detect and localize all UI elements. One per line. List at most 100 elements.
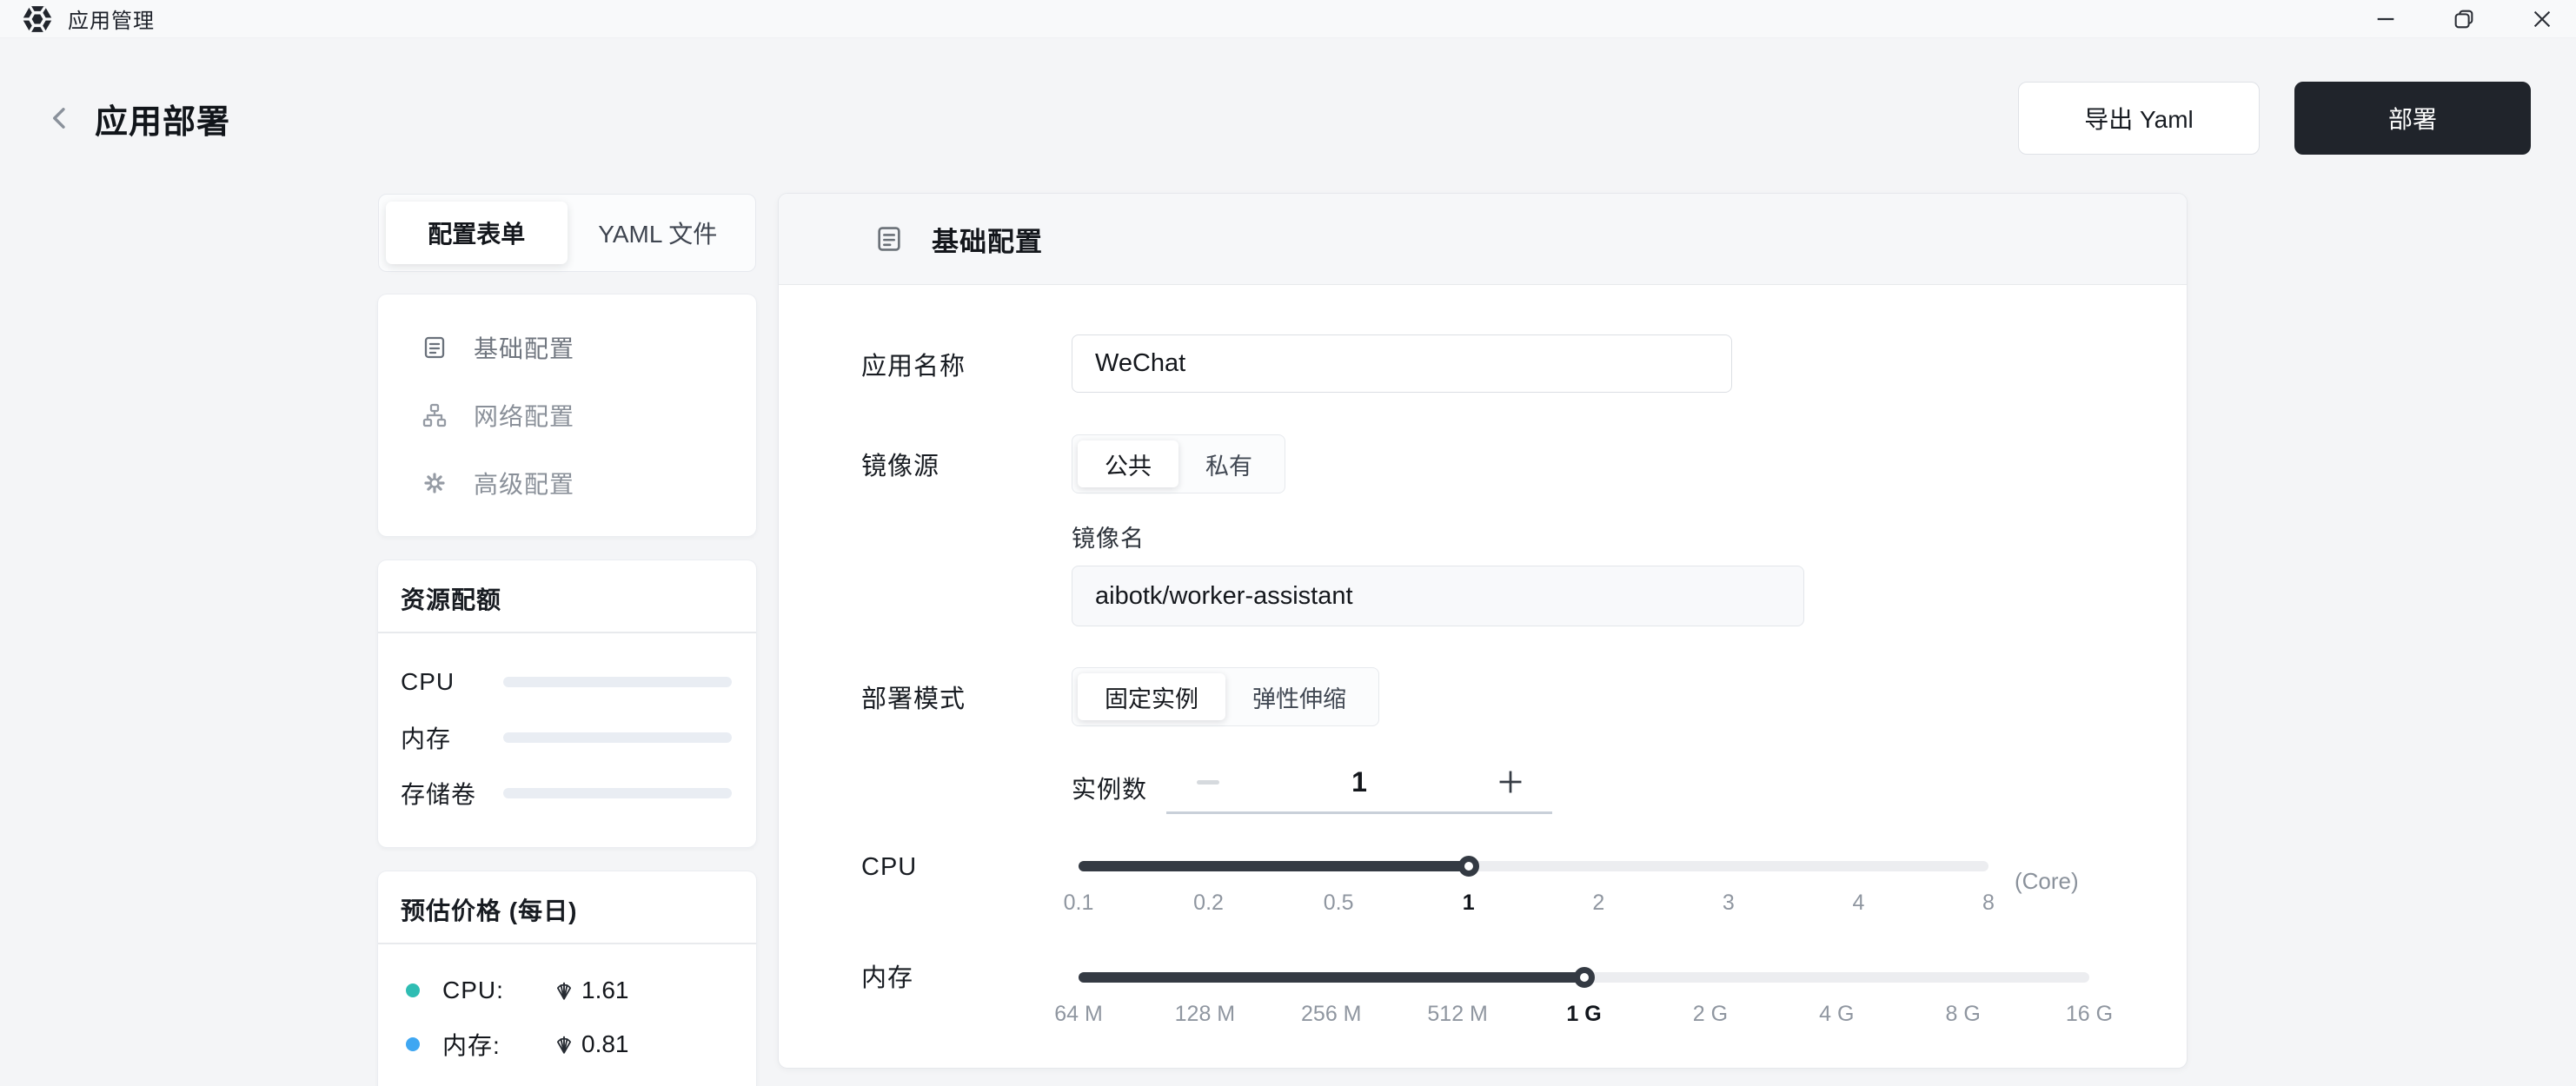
image-source-label: 镜像源 — [861, 446, 1072, 482]
option-label: 弹性伸缩 — [1252, 680, 1346, 714]
header-actions: 导出 Yaml 部署 — [2018, 82, 2531, 155]
memory-slider: 64 M128 M256 M512 M1 G2 G4 G8 G16 G — [1079, 972, 2089, 1038]
memory-slider-track[interactable] — [1079, 972, 2089, 983]
doc-list-icon — [874, 224, 904, 254]
increment-button[interactable] — [1493, 765, 1528, 799]
network-icon — [422, 402, 448, 428]
export-yaml-button[interactable]: 导出 Yaml — [2018, 82, 2260, 155]
close-button[interactable] — [2522, 3, 2562, 36]
back-button[interactable] — [39, 97, 81, 139]
memory-tick-label: 2 G — [1693, 1002, 1728, 1027]
gear-icon — [422, 470, 448, 496]
memory-slider-label: 内存 — [861, 972, 1079, 984]
quota-progress-bar — [503, 788, 732, 798]
basic-config-header: 基础配置 — [779, 194, 2187, 285]
image-name-input[interactable] — [1072, 566, 1804, 626]
price-row: 内存: 0.81 — [406, 1017, 734, 1071]
memory-color-dot — [406, 1037, 420, 1051]
cpu-slider-fill — [1079, 861, 1469, 871]
quota-label: CPU — [401, 668, 503, 696]
quota-row: CPU — [401, 654, 734, 710]
nav-item-label: 基础配置 — [474, 330, 574, 365]
cpu-tick-label: 2 — [1592, 891, 1604, 916]
memory-tick-label: 4 G — [1819, 1002, 1854, 1027]
window-controls — [2366, 3, 2562, 36]
quota-label: 存储卷 — [401, 776, 503, 811]
price-value: 0.81 — [581, 1030, 629, 1058]
cpu-slider-label: CPU — [861, 861, 1079, 873]
option-label: 公共 — [1105, 447, 1152, 481]
app-logo-icon — [23, 4, 52, 34]
estimated-price-title: 预估价格 (每日) — [378, 871, 756, 943]
basic-config-body: 应用名称 镜像源 公共私有 镜像名 部署模式 固定实例弹性伸缩 实例数 — [779, 334, 2187, 1038]
price-label: 存储卷: — [442, 1081, 552, 1086]
minus-icon — [1197, 780, 1219, 785]
cpu-slider-thumb[interactable] — [1458, 856, 1479, 877]
resource-quota-body: CPU 内存 存储卷 — [378, 633, 756, 847]
cpu-unit-label: (Core) — [2015, 868, 2079, 895]
nav-item-basic-config[interactable]: 基础配置 — [378, 314, 756, 381]
price-row: 存储卷: 0.00 — [406, 1071, 734, 1086]
memory-slider-thumb[interactable] — [1574, 967, 1595, 988]
deploy-mode-toggle: 固定实例 弹性伸缩 — [1072, 667, 1379, 726]
cpu-tick-label: 8 — [1982, 891, 1995, 916]
memory-slider-row: 内存 64 M128 M256 M512 M1 G2 G4 G8 G16 G — [861, 972, 2187, 1038]
memory-slider-ticks: 64 M128 M256 M512 M1 G2 G4 G8 G16 G — [1079, 995, 2089, 1038]
cpu-tick-label: 4 — [1852, 891, 1864, 916]
cpu-slider-track[interactable] — [1079, 861, 1988, 871]
price-label: CPU: — [442, 977, 552, 1004]
cpu-tick-label: 0.2 — [1193, 891, 1224, 916]
nav-item-network-config[interactable]: 网络配置 — [378, 381, 756, 449]
shell-coin-icon — [554, 1034, 574, 1055]
page-title: 应用部署 — [95, 95, 230, 142]
price-value: 1.61 — [581, 977, 629, 1004]
quota-label: 内存 — [401, 720, 503, 755]
cpu-tick-label: 1 — [1463, 891, 1475, 916]
memory-tick-label: 16 G — [2066, 1002, 2113, 1027]
memory-tick-label: 64 M — [1054, 1002, 1103, 1027]
image-source-option[interactable]: 私有 — [1178, 440, 1279, 487]
resource-quota-card: 资源配额 CPU 内存 存储卷 — [378, 560, 756, 847]
shell-coin-icon — [554, 980, 574, 1001]
tab-config-form[interactable]: 配置表单 — [386, 202, 568, 264]
price-row: CPU: 1.61 — [406, 963, 734, 1017]
memory-slider-fill — [1079, 972, 1584, 983]
cpu-slider-ticks: 0.10.20.512348 — [1079, 884, 1988, 927]
image-name-label: 镜像名 — [1072, 520, 2187, 553]
app-name-label: 应用名称 — [861, 346, 1072, 382]
page-header: 应用部署 导出 Yaml 部署 — [39, 82, 2531, 155]
memory-tick-label: 256 M — [1301, 1002, 1361, 1027]
cpu-color-dot — [406, 983, 420, 997]
deploy-button[interactable]: 部署 — [2294, 82, 2531, 155]
quota-progress-bar — [503, 677, 732, 687]
decrement-button[interactable] — [1191, 765, 1225, 799]
tab-yaml-file[interactable]: YAML 文件 — [568, 202, 749, 264]
image-source-row: 镜像源 公共私有 — [861, 434, 2187, 493]
resource-quota-title: 资源配额 — [378, 560, 756, 632]
instances-row: 实例数 1 — [861, 765, 2187, 814]
instances-value: 1 — [1351, 766, 1367, 798]
sidebar: 配置表单 YAML 文件 基础配置 网络配置 — [378, 194, 756, 1086]
minimize-button[interactable] — [2366, 3, 2406, 36]
instances-stepper: 1 — [1166, 765, 1552, 814]
doc-list-icon — [422, 334, 448, 361]
memory-tick-label: 128 M — [1175, 1002, 1235, 1027]
estimated-price-body: CPU: 1.61 内存: 0 — [378, 944, 756, 1086]
quota-row: 内存 — [401, 710, 734, 765]
app-name-input[interactable] — [1072, 334, 1732, 393]
window-titlebar: 应用管理 — [0, 0, 2576, 38]
cpu-tick-label: 3 — [1723, 891, 1735, 916]
price-label: 内存: — [442, 1027, 552, 1062]
cpu-slider: 0.10.20.512348 (Core) — [1079, 861, 1988, 927]
nav-item-label: 网络配置 — [474, 398, 574, 433]
restore-button[interactable] — [2444, 3, 2484, 36]
nav-item-advanced-config[interactable]: 高级配置 — [378, 449, 756, 517]
quota-row: 存储卷 — [401, 765, 734, 821]
deploy-mode-option[interactable]: 弹性伸缩 — [1225, 673, 1373, 720]
deploy-mode-option[interactable]: 固定实例 — [1078, 673, 1225, 720]
memory-tick-label: 512 M — [1427, 1002, 1487, 1027]
option-label: 固定实例 — [1105, 680, 1198, 714]
config-nav: 基础配置 网络配置 — [378, 295, 756, 536]
image-source-option[interactable]: 公共 — [1078, 440, 1178, 487]
image-source-toggle: 公共私有 — [1072, 434, 1285, 493]
